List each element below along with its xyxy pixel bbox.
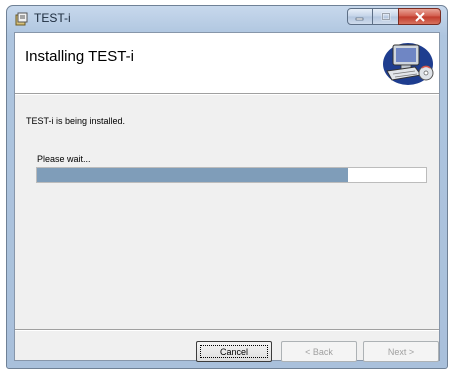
close-icon (414, 11, 425, 22)
minimize-button[interactable] (347, 8, 373, 25)
cancel-button[interactable]: Cancel (196, 341, 272, 362)
install-progress-bar (36, 167, 427, 183)
dialog-client-area: Installing TEST-i TEST-i is being instal… (14, 32, 440, 362)
minimize-icon (355, 17, 364, 20)
please-wait-text: Please wait... (37, 154, 91, 164)
installer-window: TEST-i Installing TEST-i TEST-i is being… (6, 5, 448, 369)
banner-separator (15, 94, 439, 95)
maximize-icon (381, 12, 390, 20)
computer-install-icon (383, 43, 434, 85)
header-banner: Installing TEST-i (15, 33, 439, 94)
progress-fill (37, 168, 349, 182)
next-button-label: Next > (387, 346, 415, 357)
back-button-label: < Back (305, 346, 333, 357)
next-button[interactable]: Next > (363, 341, 439, 362)
install-status-text: TEST-i is being installed. (26, 116, 126, 126)
maximize-button[interactable] (373, 8, 398, 25)
window-title: TEST-i (34, 11, 71, 25)
banner-title: Installing TEST-i (25, 48, 134, 65)
button-divider (15, 329, 439, 331)
back-button[interactable]: < Back (281, 341, 357, 362)
title-bar[interactable]: TEST-i (7, 6, 447, 32)
close-button[interactable] (398, 8, 441, 25)
focus-rectangle (200, 345, 268, 358)
installer-icon (15, 12, 28, 26)
window-controls (347, 8, 441, 26)
